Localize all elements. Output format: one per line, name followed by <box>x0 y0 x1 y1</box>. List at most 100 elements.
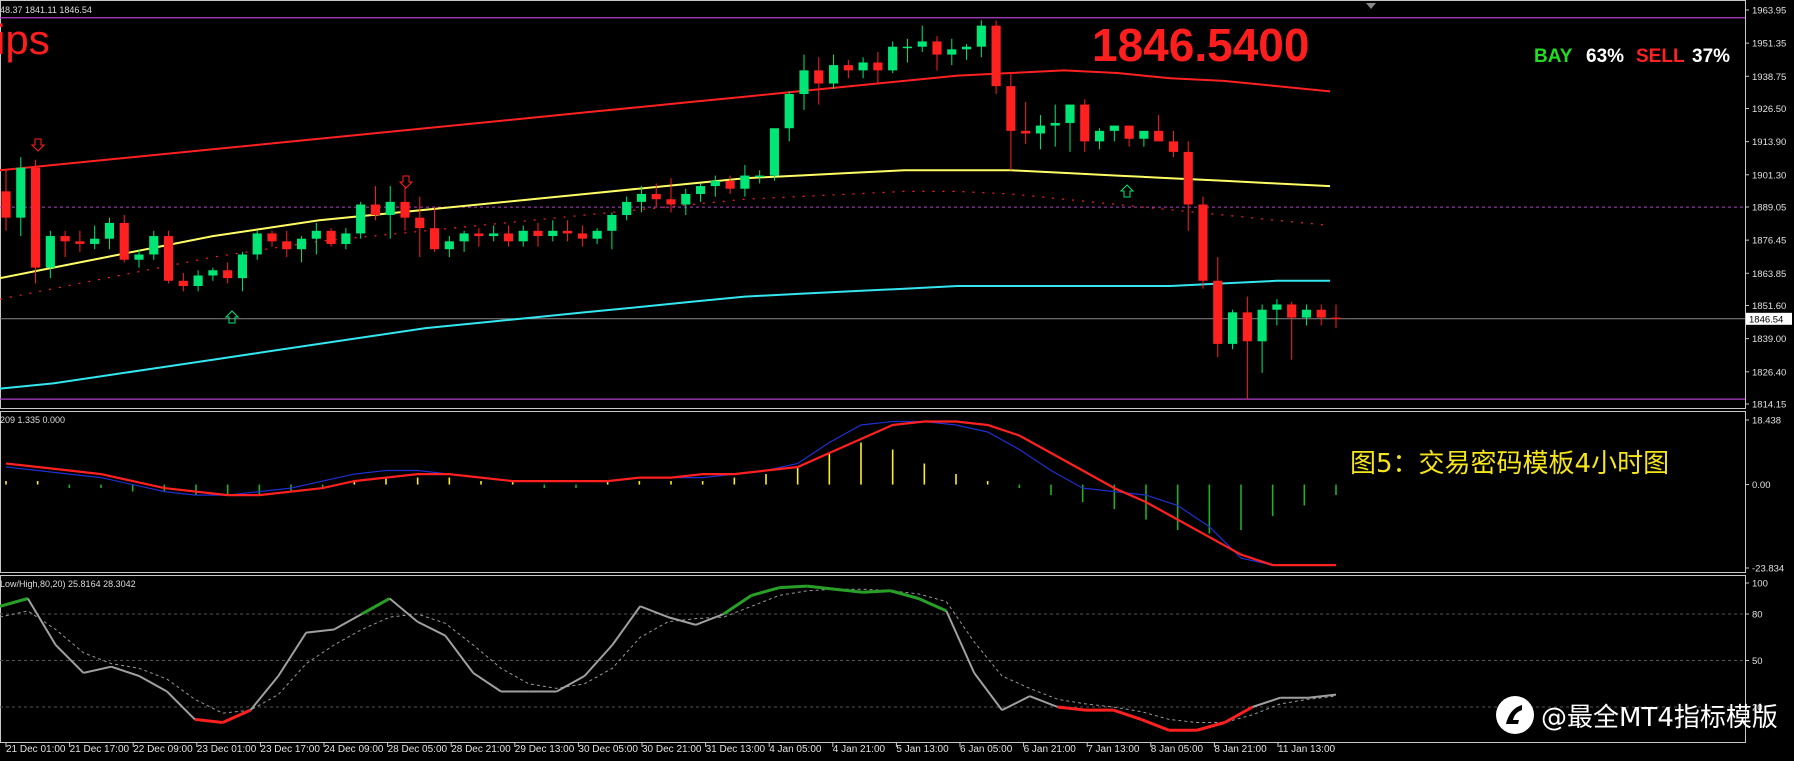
candle-body[interactable] <box>814 70 824 84</box>
candle-body[interactable] <box>1287 304 1297 318</box>
time-tick-label: 6 Jan 21:00 <box>1024 744 1077 755</box>
candle-body[interactable] <box>296 238 307 250</box>
candle-body[interactable] <box>1198 204 1208 281</box>
candle-body[interactable] <box>577 233 587 239</box>
candle-body[interactable] <box>622 201 632 216</box>
candle-body[interactable] <box>858 62 868 71</box>
candle-body[interactable] <box>533 230 543 237</box>
candle-body[interactable] <box>474 233 484 237</box>
candle-body[interactable] <box>740 175 750 189</box>
candle-body[interactable] <box>104 222 115 239</box>
candle-body[interactable] <box>237 254 248 279</box>
middle-band-line <box>0 169 1331 280</box>
candle-body[interactable] <box>1139 130 1149 139</box>
candle-body[interactable] <box>902 46 913 49</box>
candle-body[interactable] <box>961 46 972 50</box>
candle-body[interactable] <box>592 230 602 239</box>
candle-body[interactable] <box>252 233 262 255</box>
candle-body[interactable] <box>976 25 986 47</box>
candle-body[interactable] <box>429 228 440 250</box>
candle-body[interactable] <box>503 233 514 242</box>
candle-body[interactable] <box>607 215 617 231</box>
time-tick-label: 11 Jan 13:00 <box>1278 744 1336 755</box>
candle-body[interactable] <box>400 201 410 218</box>
candle-body[interactable] <box>149 236 159 255</box>
candle-body[interactable] <box>681 193 691 205</box>
candle-body[interactable] <box>725 180 735 189</box>
candle-body[interactable] <box>1183 151 1193 205</box>
candle-body[interactable] <box>45 236 55 268</box>
candle-body[interactable] <box>178 280 188 287</box>
candle-body[interactable] <box>1065 104 1075 123</box>
candle-body[interactable] <box>636 193 647 202</box>
candle-body[interactable] <box>60 236 70 242</box>
candle-body[interactable] <box>444 241 454 250</box>
stoch-main-segment <box>1112 708 1142 721</box>
candle-body[interactable] <box>917 41 927 47</box>
candle-body[interactable] <box>695 186 706 194</box>
candle-body[interactable] <box>1316 309 1326 318</box>
candle-body[interactable] <box>991 25 1001 87</box>
chart-shift-marker-icon[interactable] <box>1366 3 1376 9</box>
candle-body[interactable] <box>1050 122 1060 126</box>
candle-body[interactable] <box>356 204 366 234</box>
candle-body[interactable] <box>1301 309 1312 318</box>
candle-body[interactable] <box>1080 104 1090 142</box>
candle-body[interactable] <box>755 175 765 178</box>
price-panel[interactable] <box>0 17 1745 400</box>
candle-body[interactable] <box>341 233 351 244</box>
candle-body[interactable] <box>370 204 381 216</box>
candle-body[interactable] <box>1257 309 1267 342</box>
candle-body[interactable] <box>548 230 558 237</box>
candle-body[interactable] <box>666 199 676 205</box>
candle-body[interactable] <box>489 233 499 237</box>
candle-body[interactable] <box>1124 125 1134 139</box>
candle-body[interactable] <box>1242 312 1252 342</box>
candle-body[interactable] <box>828 65 839 84</box>
candle-body[interactable] <box>710 180 720 187</box>
candle-body[interactable] <box>193 275 203 287</box>
candle-body[interactable] <box>1213 280 1223 344</box>
candle-body[interactable] <box>651 193 661 200</box>
candle-body[interactable] <box>282 241 292 250</box>
macd-panel[interactable]: 18.438 0.00 -23.834 <box>5 416 1784 575</box>
candle-body[interactable] <box>888 46 898 71</box>
candle-body[interactable] <box>134 254 144 260</box>
candle-body[interactable] <box>1006 86 1016 131</box>
candle-body[interactable] <box>1109 125 1119 131</box>
candle-body[interactable] <box>90 238 100 244</box>
candle-body[interactable] <box>16 167 26 218</box>
candle-body[interactable] <box>932 41 942 55</box>
candle-body[interactable] <box>1168 141 1179 152</box>
candle-body[interactable] <box>784 94 794 129</box>
candle-body[interactable] <box>119 222 129 260</box>
chart-canvas[interactable]: 18.4380.00-23.834 100805020 1963.951951.… <box>0 0 1794 761</box>
candle-body[interactable] <box>799 70 809 95</box>
candle-body[interactable] <box>415 217 425 229</box>
candle-body[interactable] <box>208 270 218 276</box>
candle-body[interactable] <box>385 201 395 216</box>
candle-body[interactable] <box>1272 304 1282 310</box>
candle-body[interactable] <box>769 128 780 176</box>
candle-body[interactable] <box>1331 317 1341 320</box>
candle-body[interactable] <box>223 270 233 279</box>
buy-arrow-icon <box>224 310 240 324</box>
candle-body[interactable] <box>947 49 957 55</box>
candle-body[interactable] <box>1227 312 1238 344</box>
candle-body[interactable] <box>459 233 469 242</box>
candle-body[interactable] <box>267 233 277 242</box>
candle-body[interactable] <box>75 241 85 244</box>
candle-body[interactable] <box>1094 130 1105 142</box>
candle-body[interactable] <box>163 236 174 281</box>
candle-body[interactable] <box>326 230 336 244</box>
candle-body[interactable] <box>30 167 41 268</box>
candle-body[interactable] <box>1035 125 1046 134</box>
candle-body[interactable] <box>1154 130 1164 142</box>
candle-body[interactable] <box>1021 130 1031 134</box>
candle-body[interactable] <box>518 230 528 242</box>
candle-body[interactable] <box>873 62 883 71</box>
candle-body[interactable] <box>1 191 11 218</box>
candle-body[interactable] <box>562 230 573 234</box>
candle-body[interactable] <box>843 65 853 71</box>
candle-body[interactable] <box>311 230 321 239</box>
